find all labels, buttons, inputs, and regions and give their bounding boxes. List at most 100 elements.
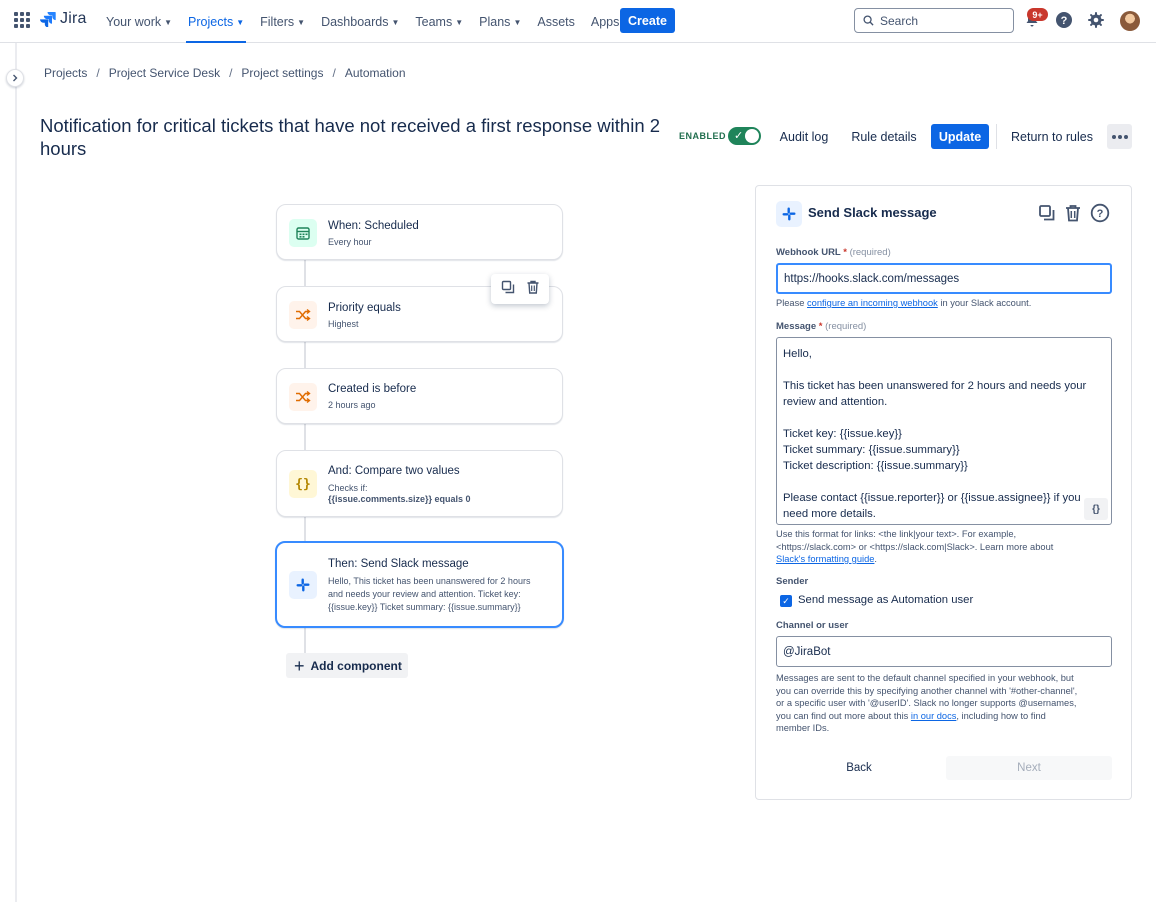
slack-formatting-guide-link[interactable]: Slack's formatting guide xyxy=(776,554,874,564)
component-title: Priority equals xyxy=(328,302,401,314)
nav-label: Projects xyxy=(188,14,234,29)
expand-sidebar-button[interactable] xyxy=(6,69,24,87)
component-subtitle: 2 hours ago xyxy=(328,400,376,410)
nav-label: Assets xyxy=(537,14,575,29)
more-actions-icon[interactable] xyxy=(1107,124,1132,149)
help-text: Messages are sent to the default channel… xyxy=(776,673,1074,683)
component-subtitle: Highest xyxy=(328,319,359,329)
component-title: Created is before xyxy=(328,383,417,395)
top-navigation: Jira Your work ▼ Projects ▼ Filters ▼ Dashb… xyxy=(0,0,1156,43)
webhook-help-text: Please configure an incoming webhook in … xyxy=(776,297,1031,310)
page-title: Notification for critical tickets that h… xyxy=(40,115,661,159)
configure-webhook-link[interactable]: configure an incoming webhook xyxy=(807,298,938,308)
help-text: you can find out more about this xyxy=(776,710,909,721)
help-text: in your Slack account. xyxy=(940,298,1032,308)
nav-label: Filters xyxy=(260,14,295,29)
required-mark: * xyxy=(843,247,847,258)
component-card-condition[interactable]: Created is before 2 hours ago xyxy=(276,368,563,424)
docs-link[interactable]: in our docs xyxy=(911,711,956,721)
trash-icon[interactable] xyxy=(1062,202,1084,224)
channel-value: @JiraBot xyxy=(783,645,831,658)
component-title: When: Scheduled xyxy=(328,220,419,232)
enabled-status-label: ENABLED xyxy=(679,131,727,141)
webhook-url-input[interactable]: https://hooks.slack.com/messages xyxy=(776,263,1112,294)
audit-log-button[interactable]: Audit log xyxy=(772,124,836,149)
slack-icon xyxy=(289,571,317,599)
next-button[interactable]: Next xyxy=(946,756,1112,780)
plus-icon: + xyxy=(294,655,305,676)
component-card-action-selected[interactable]: Then: Send Slack message Hello, This tic… xyxy=(275,541,564,628)
webhook-url-value: https://hooks.slack.com/messages xyxy=(784,272,960,285)
chevron-down-icon: ▼ xyxy=(513,18,522,27)
app-switcher-icon[interactable] xyxy=(14,12,30,28)
jira-logo-icon xyxy=(40,12,56,27)
breadcrumb-projects[interactable]: Projects xyxy=(44,66,87,80)
nav-your-work[interactable]: Your work ▼ xyxy=(98,0,180,43)
jira-logo[interactable]: Jira xyxy=(40,10,87,28)
breadcrumb-separator: / xyxy=(332,66,336,80)
breadcrumb-project-settings[interactable]: Project settings xyxy=(241,66,323,80)
chevron-down-icon: ▼ xyxy=(391,18,400,27)
smart-values-button[interactable]: {} xyxy=(1084,498,1108,520)
component-card-condition[interactable]: {} And: Compare two values Checks if: {{… xyxy=(276,450,563,517)
label-text: Webhook URL xyxy=(776,247,841,258)
copy-icon[interactable] xyxy=(501,280,515,299)
add-component-label: Add component xyxy=(310,658,402,673)
send-as-automation-checkbox[interactable]: ✓ xyxy=(780,595,792,607)
help-text: , including how to find xyxy=(956,710,1046,721)
nav-filters[interactable]: Filters ▼ xyxy=(252,0,313,43)
required-mark: * xyxy=(818,321,823,332)
create-button[interactable]: Create xyxy=(620,8,675,33)
message-line xyxy=(783,410,1105,426)
nav-dashboards[interactable]: Dashboards ▼ xyxy=(313,0,407,43)
breadcrumb-project[interactable]: Project Service Desk xyxy=(109,66,220,80)
breadcrumb-separator: / xyxy=(96,66,100,80)
help-icon[interactable]: ? xyxy=(1089,202,1111,224)
help-text: member IDs. xyxy=(776,723,830,733)
nav-label: Plans xyxy=(479,14,511,29)
search-input[interactable]: Search xyxy=(854,8,1014,33)
update-button[interactable]: Update xyxy=(931,124,989,149)
channel-input[interactable]: @JiraBot xyxy=(776,636,1112,667)
back-button[interactable]: Back xyxy=(796,756,922,780)
help-text: <https://slack.com> or <https://slack.co… xyxy=(776,541,1054,552)
shuffle-icon xyxy=(289,301,317,329)
chevron-down-icon: ▼ xyxy=(164,18,173,27)
nav-label: Apps xyxy=(590,14,620,29)
component-actions-toolbar xyxy=(491,274,549,304)
component-config-panel: Send Slack message ? Webhook URL * (requ… xyxy=(755,185,1132,800)
sidebar-rail xyxy=(15,43,17,902)
component-preview-line: and needs your review and attention. Tic… xyxy=(328,589,521,599)
message-textarea[interactable]: Hello, This ticket has been unanswered f… xyxy=(776,337,1112,525)
settings-icon[interactable] xyxy=(1086,10,1106,30)
avatar[interactable] xyxy=(1120,11,1140,31)
chevron-down-icon: ▼ xyxy=(236,18,245,27)
copy-icon[interactable] xyxy=(1036,202,1058,224)
rule-enabled-toggle[interactable]: ✓ xyxy=(728,127,761,145)
check-icon: ✓ xyxy=(734,130,744,142)
add-component-button[interactable]: + Add component xyxy=(286,653,408,678)
message-help-text: Use this format for links: <the link|you… xyxy=(776,528,1116,566)
rule-details-button[interactable]: Rule details xyxy=(848,124,920,149)
message-line xyxy=(783,474,1105,490)
help-icon[interactable]: ? xyxy=(1054,10,1074,30)
send-as-automation-label[interactable]: Send message as Automation user xyxy=(798,594,973,606)
component-condition-expression: {{issue.comments.size}} equals 0 xyxy=(328,494,471,504)
component-subtitle: Every hour xyxy=(328,237,372,247)
logo-text: Jira xyxy=(60,10,87,27)
component-preview-line: Hello, This ticket has been unanswered f… xyxy=(328,576,531,586)
nav-assets[interactable]: Assets xyxy=(529,0,583,43)
nav-teams[interactable]: Teams ▼ xyxy=(407,0,471,43)
component-card-trigger[interactable]: When: Scheduled Every hour xyxy=(276,204,563,260)
panel-title: Send Slack message xyxy=(808,205,937,220)
message-line: This ticket has been unanswered for 2 ho… xyxy=(783,380,1087,392)
trash-icon[interactable] xyxy=(526,280,540,299)
breadcrumb-automation[interactable]: Automation xyxy=(345,66,406,80)
channel-label: Channel or user xyxy=(776,620,849,631)
nav-projects[interactable]: Projects ▼ xyxy=(180,0,252,43)
help-text: or a specific user with '@userID'. Slack… xyxy=(776,698,1077,708)
message-line: Please contact {{issue.reporter}} or {{i… xyxy=(783,492,1081,504)
nav-plans[interactable]: Plans ▼ xyxy=(471,0,529,43)
notification-count-badge: 9+ xyxy=(1027,8,1048,21)
return-to-rules-button[interactable]: Return to rules xyxy=(1006,124,1098,149)
